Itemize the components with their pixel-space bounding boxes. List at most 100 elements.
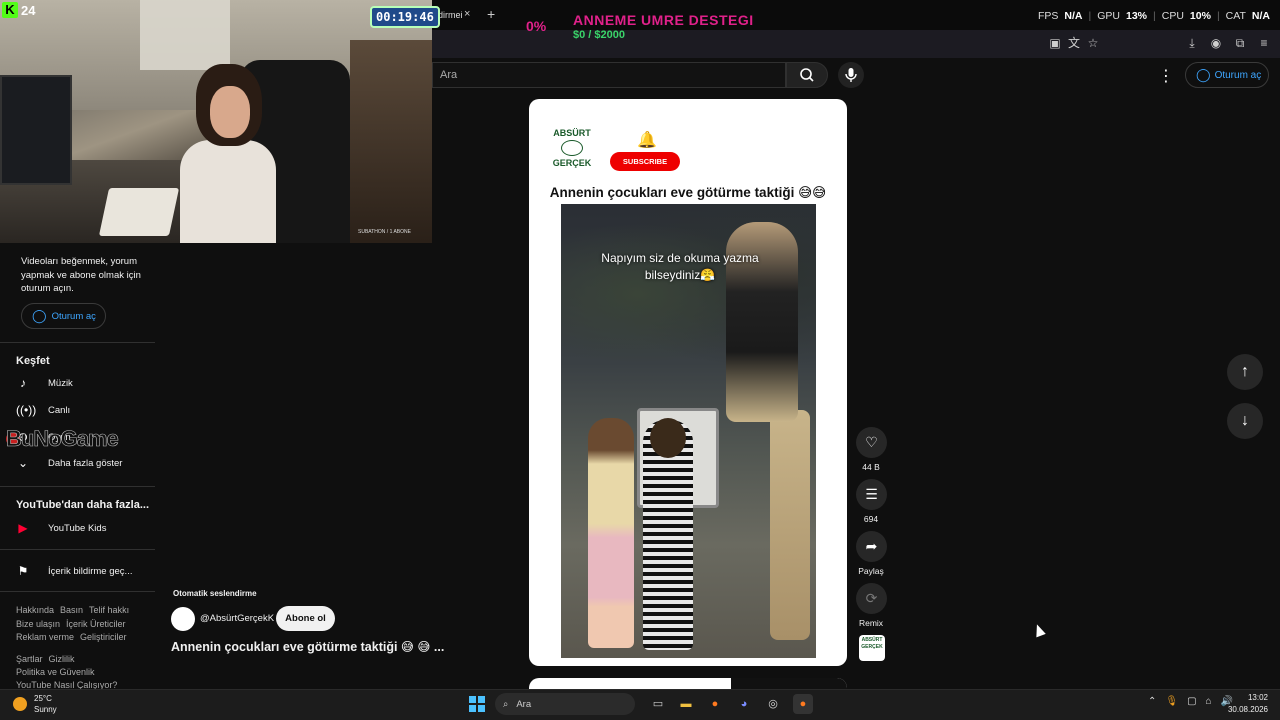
search-button[interactable] xyxy=(786,62,828,88)
arrow-up-icon: ↑ xyxy=(1241,363,1249,380)
search-icon: ⌕ xyxy=(503,698,509,710)
comment-button[interactable]: ☰ xyxy=(856,479,887,510)
file-explorer-icon[interactable]: ▬ xyxy=(676,694,696,714)
footer-links: Reklam verme Geliştiriciler xyxy=(16,632,127,642)
subscribe-button[interactable]: Abone ol xyxy=(276,606,335,631)
footer-link[interactable]: Bize ulaşın xyxy=(16,619,60,629)
account-circle-icon: ◯ xyxy=(1196,67,1211,82)
obs-icon[interactable]: ◎ xyxy=(763,694,783,714)
short-video-title: Annenin çocukları eve götürme taktiği 😅😅 xyxy=(549,185,827,200)
subscribe-badge: SUBSCRIBE xyxy=(610,152,680,171)
display-icon[interactable]: ▢ xyxy=(1187,696,1196,707)
sun-icon[interactable] xyxy=(13,697,27,711)
tab-close-icon[interactable]: × xyxy=(464,8,470,20)
translate-icon[interactable]: 文 xyxy=(1066,36,1082,50)
cat-label: CAT xyxy=(1225,10,1246,22)
kick-logo-icon: K xyxy=(2,2,18,18)
like-button[interactable]: ♡ xyxy=(856,427,887,458)
sidebar-item-label: Müzik xyxy=(48,377,73,389)
weather-temperature[interactable]: 25°C xyxy=(34,694,52,703)
comment-count: 694 xyxy=(863,514,879,524)
new-tab-icon[interactable]: + xyxy=(487,6,495,22)
footer-links: Şartlar Gizlilik xyxy=(16,654,75,664)
browser-toolbar xyxy=(432,30,1280,58)
chevron-up-icon[interactable]: ⌃ xyxy=(1148,696,1156,707)
video-girl xyxy=(588,418,634,648)
bookmark-star-icon[interactable]: ☆ xyxy=(1085,36,1101,50)
watermark: BuNoGame xyxy=(6,426,119,452)
channel-handle[interactable]: @AbsürtGerçekK xyxy=(200,613,274,624)
sidebar-divider xyxy=(0,591,155,592)
cat-value: N/A xyxy=(1251,10,1270,22)
remix-icon: ⟳ xyxy=(865,590,878,606)
previous-short-button[interactable]: ↑ xyxy=(1227,354,1263,390)
footer-link[interactable]: Basın xyxy=(60,605,83,615)
fps-label: FPS xyxy=(1037,10,1059,22)
search-input[interactable]: Ara xyxy=(440,69,457,81)
download-icon[interactable]: ⤓ xyxy=(1184,36,1200,50)
bell-icon: 🔔 xyxy=(637,132,657,149)
clock-time[interactable]: 13:02 xyxy=(1236,693,1268,702)
viewer-count: 24 xyxy=(21,3,36,18)
taskbar-search[interactable]: ⌕ Ara xyxy=(495,693,635,715)
subathon-label: SUBATHON / 1 ABONE xyxy=(358,229,411,235)
footer-link[interactable]: Gizlilik xyxy=(49,654,75,664)
channel-logo-bottom: GERÇEK xyxy=(552,158,592,168)
footer-link[interactable]: Telif hakkı xyxy=(89,605,129,615)
footer-link[interactable]: Reklam verme xyxy=(16,632,74,642)
like-count: 44 B xyxy=(862,462,880,472)
windows-start-icon[interactable] xyxy=(469,696,485,712)
screen: endirmei × + 0% ANNEME UMRE DESTEGI $0 /… xyxy=(0,0,1280,720)
weather-condition[interactable]: Sunny xyxy=(34,705,57,714)
gpu-value: 13% xyxy=(1126,10,1148,22)
sidebar-divider xyxy=(0,342,155,343)
cpu-label: CPU xyxy=(1161,10,1184,22)
video-title[interactable]: Annenin çocukları eve götürme taktiği 😅 … xyxy=(171,639,444,654)
music-note-icon: ♪ xyxy=(20,376,26,390)
sidebar-item-label: Canlı xyxy=(48,404,71,416)
sidebar-signin-button[interactable]: ◯ Oturum aç xyxy=(21,303,106,329)
header-signin-button[interactable]: ◯ Oturum aç xyxy=(1185,62,1269,88)
goal-amount: $0 / $2000 xyxy=(573,29,625,41)
channel-thumb-bottom: GERÇEK xyxy=(861,644,883,650)
footer-link[interactable]: İçerik Üreticiler xyxy=(66,619,126,629)
footer-link[interactable]: Politika ve Güvenlik xyxy=(16,667,95,677)
more-from-youtube-heading: YouTube'dan daha fazla... xyxy=(16,499,149,511)
account-icon[interactable]: ◉ xyxy=(1208,36,1224,50)
discord-icon[interactable]: ◕ xyxy=(734,694,754,714)
voice-search-button[interactable] xyxy=(838,62,864,88)
sidebar-item-live[interactable]: ((•)) Canlı xyxy=(16,398,156,422)
microphone-icon[interactable]: 🎙 xyxy=(1165,696,1178,707)
task-view-icon[interactable]: ▭ xyxy=(648,694,668,714)
cpu-value: 10% xyxy=(1189,10,1211,22)
sidebar-item-music[interactable]: ♪ Müzik xyxy=(16,371,156,395)
screenshot-icon[interactable]: ▣ xyxy=(1047,36,1063,50)
more-options-icon[interactable]: ⋮ xyxy=(1158,66,1174,86)
sidebar-show-more[interactable]: ⌄ Daha fazla göster xyxy=(16,451,156,475)
channel-thumb-top: ABSÜRT xyxy=(861,637,883,643)
footer-link[interactable]: Hakkında xyxy=(16,605,54,615)
webcam-feed xyxy=(0,0,432,243)
sidebar-item-youtube-kids[interactable]: ▶ YouTube Kids xyxy=(16,516,156,540)
footer-link[interactable]: Geliştiriciler xyxy=(80,632,127,642)
sidebar-item-report[interactable]: ⚑ İçerik bildirme geç... xyxy=(16,559,156,583)
channel-thumbnail[interactable]: ABSÜRT GERÇEK xyxy=(859,635,885,661)
share-button[interactable]: ➦ xyxy=(856,531,887,562)
remix-button[interactable]: ⟳ xyxy=(856,583,887,614)
search-box[interactable] xyxy=(432,62,786,88)
extensions-icon[interactable]: ⧉ xyxy=(1232,36,1248,50)
stats-divider: | xyxy=(1216,10,1220,22)
channel-logo-top: ABSÜRT xyxy=(553,128,591,138)
share-label: Paylaş xyxy=(858,566,884,576)
webcam-person-body xyxy=(180,140,276,243)
network-icon[interactable]: ⌂ xyxy=(1206,696,1212,707)
heart-icon: ♡ xyxy=(865,434,878,450)
channel-avatar[interactable] xyxy=(171,607,195,631)
clock-date[interactable]: 30.08.2026 xyxy=(1226,705,1268,714)
chevron-down-icon: ⌄ xyxy=(17,456,29,470)
browser-menu-icon[interactable]: ≡ xyxy=(1256,36,1272,50)
footer-link[interactable]: Şartlar xyxy=(16,654,43,664)
firefox-icon[interactable]: ● xyxy=(705,694,725,714)
firefox-active-icon[interactable]: ● xyxy=(793,694,813,714)
next-short-button[interactable]: ↓ xyxy=(1227,403,1263,439)
